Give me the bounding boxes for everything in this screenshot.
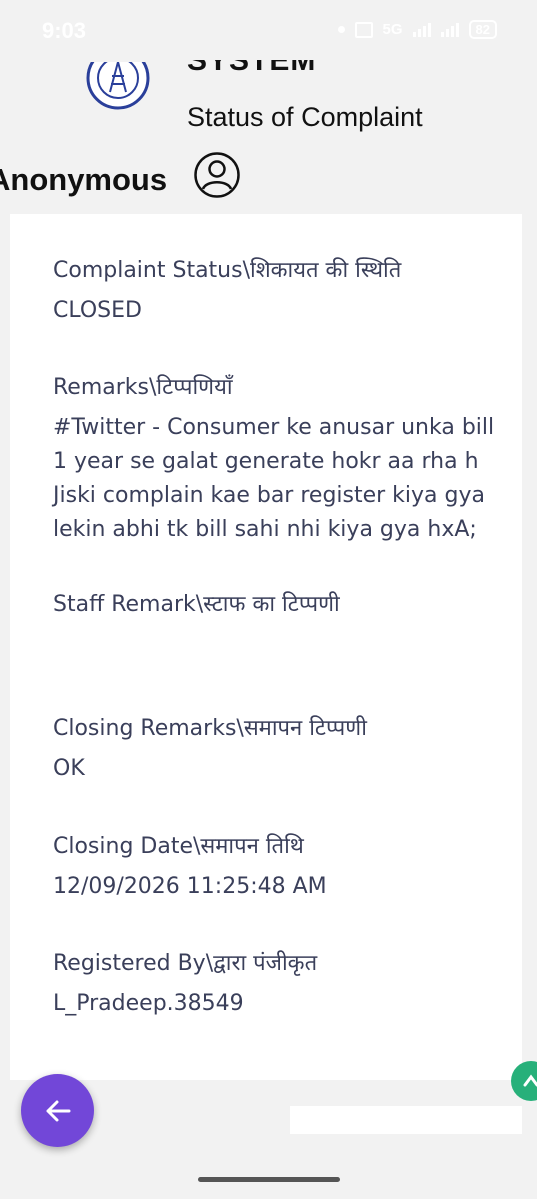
bottom-strip	[290, 1106, 522, 1134]
field-staff-remark: Staff Remark\स्टाफ का टिप्पणी	[53, 588, 503, 628]
signal-bars-icon-2	[440, 22, 459, 37]
org-logo-icon	[86, 62, 150, 112]
field-value: #Twitter - Consumer ke anusar unka bill …	[53, 415, 495, 542]
header-system-text: SYSTEM	[187, 60, 317, 77]
back-button[interactable]	[21, 1074, 94, 1147]
status-icons: 5G 82	[337, 20, 497, 39]
status-time: 9:03	[42, 18, 87, 43]
field-closing-remarks: Closing Remarks\समापन टिप्पणी OK	[53, 712, 503, 786]
sim-icon	[354, 21, 373, 38]
complaint-details-card: Complaint Status\शिकायत की स्थिति CLOSED…	[10, 214, 522, 1080]
field-complaint-status: Complaint Status\शिकायत की स्थिति CLOSED	[53, 254, 503, 328]
field-label: Staff Remark\स्टाफ का टिप्पणी	[53, 592, 340, 617]
field-label: Closing Remarks\समापन टिप्पणी	[53, 716, 367, 741]
page-title: Status of Complaint	[187, 102, 423, 132]
battery-icon: 82	[468, 20, 497, 39]
field-value: 12/09/2026 11:25:48 AM	[53, 874, 327, 899]
arrow-left-icon	[46, 1100, 70, 1121]
field-value: CLOSED	[53, 298, 142, 323]
field-remarks: Remarks\टिप्पणियाँ #Twitter - Consumer k…	[53, 371, 503, 547]
field-value: OK	[53, 756, 85, 781]
field-label: Remarks\टिप्पणियाँ	[53, 375, 233, 400]
field-registered-by: Registered By\द्वारा पंजीकृत L_Pradeep.3…	[53, 947, 503, 1021]
network-type: 5G	[382, 21, 403, 38]
user-name: Anonymous	[0, 162, 168, 197]
gesture-handle[interactable]	[198, 1177, 340, 1182]
field-label: Complaint Status\शिकायत की स्थिति	[53, 258, 402, 283]
avatar-icon[interactable]	[193, 151, 241, 203]
field-label: Closing Date\समापन तिथि	[53, 834, 304, 859]
status-bar: 9:03 5G 82	[0, 0, 537, 62]
floating-action-icon[interactable]	[511, 1061, 537, 1101]
field-value: L_Pradeep.38549	[53, 991, 244, 1016]
notification-dot-icon	[337, 26, 345, 33]
field-label: Registered By\द्वारा पंजीकृत	[53, 951, 318, 976]
signal-bars-icon	[412, 22, 431, 37]
field-closing-date: Closing Date\समापन तिथि 12/09/2026 11:25…	[53, 830, 503, 904]
nav-area	[0, 1134, 537, 1199]
